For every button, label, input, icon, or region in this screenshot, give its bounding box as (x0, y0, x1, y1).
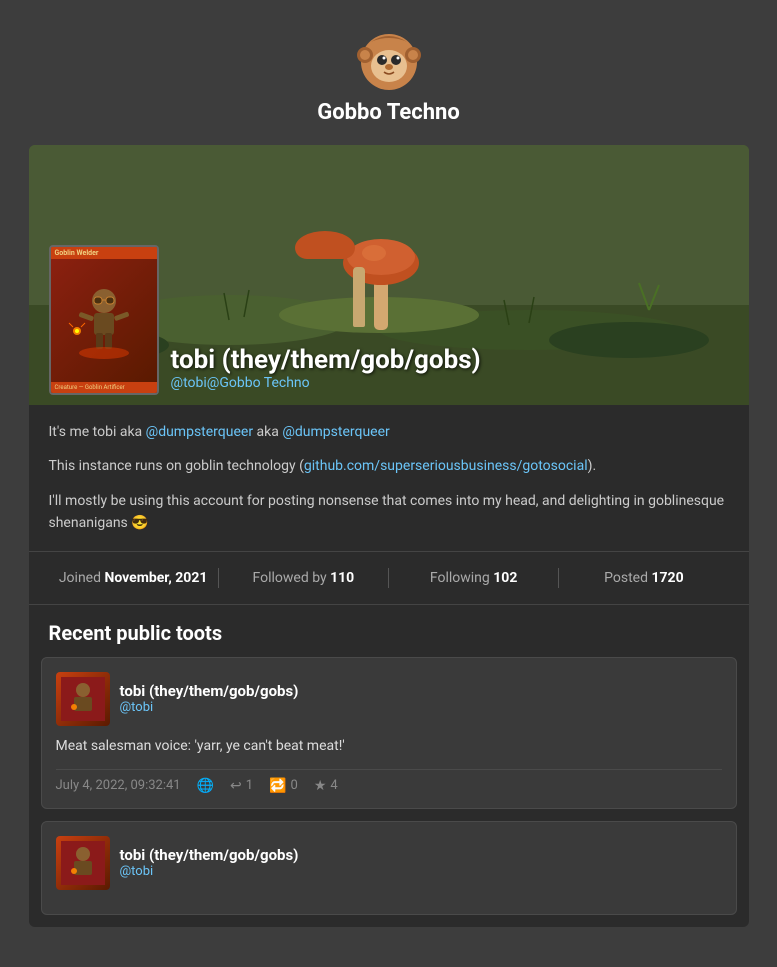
toot-avatar-art-2 (56, 836, 110, 890)
toot-author-handle[interactable]: @tobi (120, 700, 299, 715)
bio-line-3: I'll mostly be using this account for po… (49, 490, 729, 535)
globe-icon: 🌐 (197, 778, 214, 794)
stat-followed-label: Followed by (253, 570, 327, 586)
toot-boosts[interactable]: 🔁 0 (269, 778, 298, 794)
stat-following[interactable]: Following 102 (389, 566, 558, 590)
profile-name-area: tobi (they/them/gob/gobs) @tobi@Gobbo Te… (171, 345, 481, 395)
toot-reply-count: 1 (246, 778, 253, 793)
toot-avatar-svg-2 (61, 841, 105, 885)
app-title: Gobbo Techno (317, 100, 460, 125)
reply-icon: ↩ (230, 778, 242, 794)
toot-favorites[interactable]: ★ 4 (314, 778, 338, 794)
bio-line-1: It's me tobi aka @dumpsterqueer aka @dum… (49, 421, 729, 443)
stat-followed-count: 110 (330, 570, 354, 586)
stat-joined-label: Joined (59, 570, 101, 586)
bio-link-2[interactable]: @dumpsterqueer (282, 424, 389, 440)
star-icon: ★ (314, 778, 327, 794)
card-image (51, 259, 157, 382)
toot-meta: July 4, 2022, 09:32:41 🌐 ↩ 1 🔁 0 ★ 4 (56, 769, 722, 794)
profile-card: Goblin Welder (29, 145, 749, 927)
profile-header: Goblin Welder (29, 145, 749, 405)
profile-handle[interactable]: @tobi@Gobbo Techno (171, 375, 481, 391)
toot-author-row-2: tobi (they/them/gob/gobs) @tobi (56, 836, 722, 890)
stat-posted: Posted 1720 (559, 566, 728, 590)
toot-avatar-2[interactable] (56, 836, 110, 890)
toot-content: Meat salesman voice: 'yarr, ye can't bea… (56, 736, 722, 757)
stat-following-count: 102 (493, 570, 517, 586)
bio-link-1[interactable]: @dumpsterqueer (146, 424, 253, 440)
stat-following-label: Following (430, 570, 490, 586)
toot-fav-count: 4 (330, 778, 337, 793)
profile-avatar: Goblin Welder (49, 245, 159, 395)
toot-author-info: tobi (they/them/gob/gobs) @tobi (120, 682, 299, 715)
toot-replies[interactable]: ↩ 1 (230, 778, 253, 794)
profile-bio: It's me tobi aka @dumpsterqueer aka @dum… (29, 405, 749, 552)
toot-author-info-2: tobi (they/them/gob/gobs) @tobi (120, 846, 299, 879)
stat-posted-label: Posted (604, 570, 648, 586)
toot-item: tobi (they/them/gob/gobs) @tobi Meat sal… (41, 657, 737, 809)
profile-avatar-area: Goblin Welder (49, 245, 481, 395)
profile-display-name: tobi (they/them/gob/gobs) (171, 345, 481, 375)
stat-posted-count: 1720 (651, 570, 683, 586)
toot-author-row: tobi (they/them/gob/gobs) @tobi (56, 672, 722, 726)
card-type: Creature — Goblin Artificer (51, 382, 157, 393)
stat-joined: Joined November, 2021 (49, 566, 218, 590)
toot-timestamp: July 4, 2022, 09:32:41 (56, 778, 181, 793)
stat-joined-date: November, 2021 (104, 570, 207, 586)
toot-visibility: 🌐 (197, 778, 214, 794)
card-figure-svg (59, 281, 149, 361)
card-title: Goblin Welder (51, 247, 157, 259)
toot-boost-count: 0 (291, 778, 298, 793)
card-art: Goblin Welder (51, 247, 157, 393)
toot-author-handle-2[interactable]: @tobi (120, 864, 299, 879)
toot-item: tobi (they/them/gob/gobs) @tobi (41, 821, 737, 915)
bio-line-2: This instance runs on goblin technology … (49, 455, 729, 477)
bio-link-3[interactable]: github.com/superseriousbusiness/gotosoci… (304, 458, 588, 474)
recent-toots-title: Recent public toots (29, 605, 749, 657)
toot-author-name-2[interactable]: tobi (they/them/gob/gobs) (120, 846, 299, 864)
toot-avatar-art (56, 672, 110, 726)
boost-icon: 🔁 (269, 778, 286, 794)
toot-avatar[interactable] (56, 672, 110, 726)
toot-avatar-svg (61, 677, 105, 721)
toot-author-name[interactable]: tobi (they/them/gob/gobs) (120, 682, 299, 700)
stat-followed-by[interactable]: Followed by 110 (219, 566, 388, 590)
app-logo (349, 20, 429, 100)
profile-stats: Joined November, 2021 Followed by 110 Fo… (29, 552, 749, 605)
